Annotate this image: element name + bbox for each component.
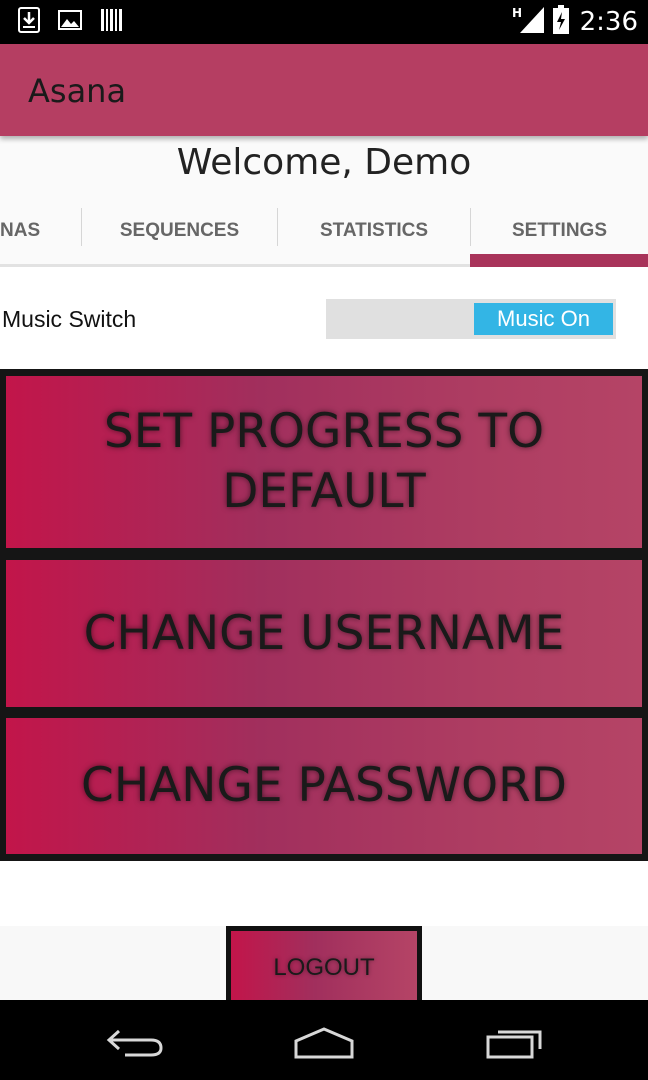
tab-statistics[interactable]: STATISTICS (278, 198, 470, 264)
status-bar: H 2:36 (0, 0, 648, 44)
notification-icons (18, 6, 124, 38)
change-username-button[interactable]: CHANGE USERNAME (6, 560, 642, 707)
battery-charging-icon (552, 4, 570, 40)
tab-sequences[interactable]: SEQUENCES (82, 198, 277, 264)
barcode-icon (100, 8, 124, 37)
system-status: H 2:36 (512, 4, 638, 40)
logout-label: LOGOUT (273, 953, 375, 981)
home-icon[interactable] (284, 1020, 364, 1064)
settings-actions-panel: SET PROGRESS TO DEFAULT CHANGE USERNAME … (0, 369, 648, 861)
music-toggle[interactable]: Music On (326, 299, 616, 339)
change-password-button[interactable]: CHANGE PASSWORD (6, 718, 642, 854)
welcome-message: Welcome, Demo (176, 142, 472, 183)
set-progress-default-button[interactable]: SET PROGRESS TO DEFAULT (6, 376, 642, 548)
change-username-label: CHANGE USERNAME (83, 605, 565, 661)
app-bar: Asana (0, 44, 648, 136)
set-progress-label-line2: DEFAULT (222, 464, 426, 519)
app-title: Asana (28, 72, 127, 110)
recent-apps-icon[interactable] (475, 1020, 555, 1064)
image-icon (58, 9, 82, 36)
music-toggle-thumb[interactable]: Music On (474, 303, 613, 335)
tab-asanas[interactable]: NAS (0, 198, 80, 264)
logout-button[interactable]: LOGOUT (226, 926, 422, 1000)
network-type-label: H (512, 6, 522, 20)
music-switch-label: Music Switch (2, 306, 137, 332)
selected-tab-indicator (470, 254, 648, 267)
navigation-bar (0, 1000, 648, 1080)
set-progress-label-line1: SET PROGRESS TO (103, 404, 545, 459)
download-icon (18, 6, 40, 38)
change-password-label: CHANGE PASSWORD (81, 758, 567, 813)
back-icon[interactable] (95, 1020, 175, 1064)
clock: 2:36 (579, 7, 638, 37)
signal-icon: H (512, 5, 546, 40)
